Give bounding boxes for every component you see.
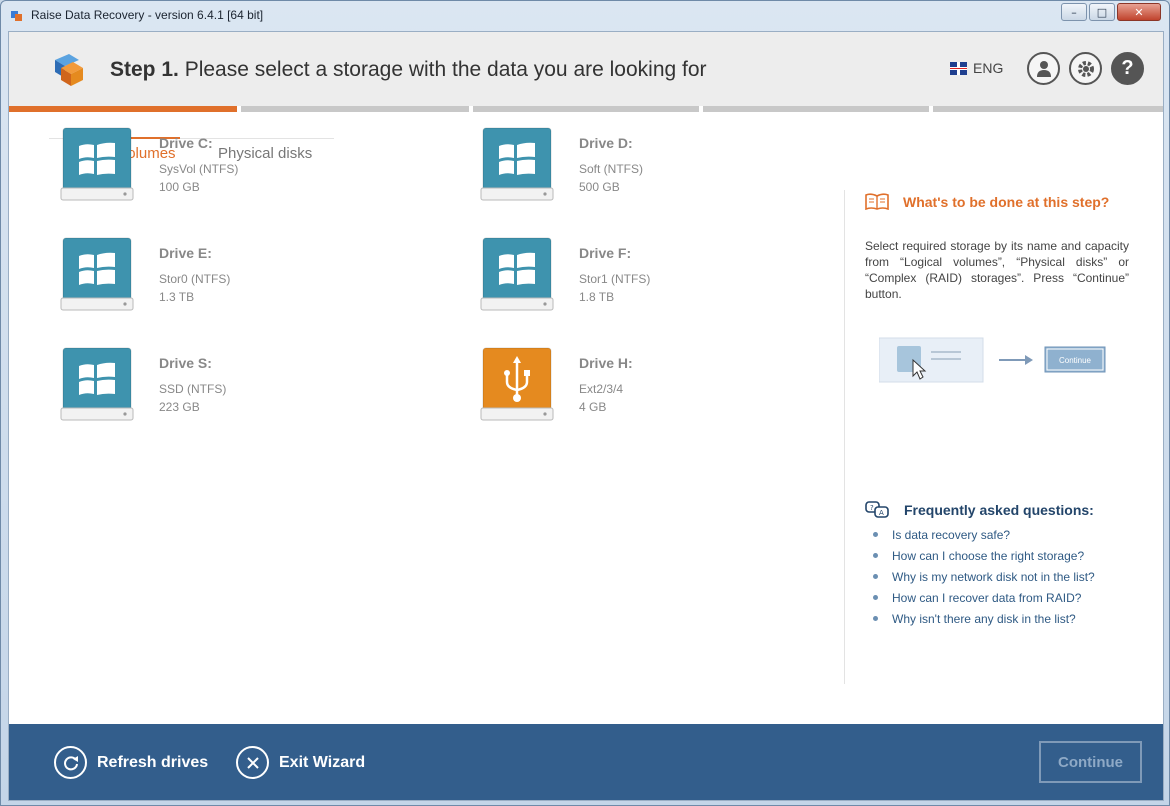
help-button[interactable]: ? — [1111, 52, 1144, 85]
step-text: Please select a storage with the data yo… — [184, 58, 707, 81]
drive-tile[interactable]: Drive C: SysVol (NTFS) 100 GB — [59, 124, 439, 214]
faq-link[interactable]: How can I choose the right storage? — [873, 549, 1095, 570]
gear-icon — [1077, 60, 1094, 77]
drive-name: Drive H: — [579, 355, 633, 371]
faq-title: Frequently asked questions: — [904, 502, 1094, 518]
refresh-drives-label: Refresh drives — [97, 753, 209, 771]
refresh-icon — [54, 746, 87, 779]
title-bar[interactable]: Raise Data Recovery - version 6.4.1 [64 … — [1, 1, 1169, 31]
help-title: What's to be done at this step? — [903, 194, 1110, 210]
language-selector[interactable]: ENG — [950, 60, 1003, 76]
progress-fill — [9, 106, 238, 112]
window-controls: – □ ✕ — [1061, 3, 1161, 21]
instruction-illustration: Continue — [879, 337, 1106, 383]
exit-wizard-button[interactable]: Exit Wizard — [236, 746, 365, 779]
drive-size: 223 GB — [159, 400, 200, 414]
drive-filesystem: Soft (NTFS) — [579, 162, 644, 176]
maximize-button[interactable]: □ — [1089, 3, 1115, 21]
faq-list: Is data recovery safe? How can I choose … — [873, 528, 1095, 633]
svg-text:?: ? — [870, 504, 874, 512]
progress-separator — [699, 106, 703, 112]
drive-name: Drive C: — [159, 135, 213, 151]
user-icon — [1036, 60, 1051, 77]
illustration-continue-label: Continue — [1059, 356, 1092, 365]
windows-drive-icon — [480, 237, 554, 311]
account-button[interactable] — [1027, 52, 1060, 85]
step-label: Step 1. — [110, 58, 179, 81]
svg-text:A: A — [879, 509, 884, 517]
wizard-footer: Refresh drives Exit Wizard Continue — [9, 724, 1163, 800]
refresh-drives-button[interactable]: Refresh drives — [54, 746, 208, 779]
book-icon — [865, 193, 889, 210]
drive-tile[interactable]: Drive D: Soft (NTFS) 500 GB — [479, 124, 859, 214]
drive-name: Drive F: — [579, 245, 632, 261]
drive-name: Drive D: — [579, 135, 633, 151]
faq-icon: ? A — [865, 501, 889, 518]
drive-name: Drive S: — [159, 355, 212, 371]
drive-filesystem: Stor1 (NTFS) — [579, 272, 651, 286]
faq-link[interactable]: Why isn't there any disk in the list? — [873, 612, 1095, 633]
close-icon — [236, 746, 269, 779]
close-button[interactable]: ✕ — [1117, 3, 1161, 21]
app-icon — [11, 11, 22, 21]
windows-drive-icon — [60, 127, 134, 201]
progress-separator — [237, 106, 241, 112]
drive-tile[interactable]: Drive H: Ext2/3/4 4 GB — [479, 344, 859, 434]
drive-size: 1.3 TB — [159, 290, 195, 304]
drive-filesystem: Stor0 (NTFS) — [159, 272, 231, 286]
client-area: Step 1. Please select a storage with the… — [8, 31, 1164, 801]
app-logo — [55, 54, 83, 86]
step-progress-bar — [9, 106, 1163, 112]
language-label: ENG — [973, 60, 1004, 76]
windows-drive-icon — [60, 347, 134, 421]
wizard-header: Step 1. Please select a storage with the… — [9, 32, 1163, 106]
drive-tile[interactable]: Drive E: Stor0 (NTFS) 1.3 TB — [59, 234, 439, 324]
progress-separator — [929, 106, 933, 112]
app-window: Raise Data Recovery - version 6.4.1 [64 … — [0, 0, 1170, 806]
drive-filesystem: Ext2/3/4 — [579, 382, 624, 396]
drive-tile[interactable]: Drive S: SSD (NTFS) 223 GB — [59, 344, 439, 434]
minimize-button[interactable]: – — [1061, 3, 1087, 21]
uk-flag-icon — [950, 61, 967, 75]
drive-size: 4 GB — [579, 400, 607, 414]
page-title: Step 1. Please select a storage with the… — [110, 58, 707, 82]
drive-filesystem: SSD (NTFS) — [159, 382, 227, 396]
progress-separator — [469, 106, 473, 112]
drive-size: 100 GB — [159, 180, 200, 194]
windows-drive-icon — [480, 127, 554, 201]
exit-wizard-label: Exit Wizard — [279, 753, 366, 771]
window-title: Raise Data Recovery - version 6.4.1 [64 … — [31, 8, 264, 22]
drive-size: 500 GB — [579, 180, 620, 194]
drive-filesystem: SysVol (NTFS) — [159, 162, 239, 176]
settings-button[interactable] — [1069, 52, 1102, 85]
faq-link[interactable]: How can I recover data from RAID? — [873, 591, 1095, 612]
faq-link[interactable]: Why is my network disk not in the list? — [873, 570, 1095, 591]
drive-size: 1.8 TB — [579, 290, 615, 304]
help-description: Select required storage by its name and … — [865, 239, 1129, 301]
drive-tile[interactable]: Drive F: Stor1 (NTFS) 1.8 TB — [479, 234, 859, 324]
drive-name: Drive E: — [159, 245, 212, 261]
windows-drive-icon — [60, 237, 134, 311]
faq-link[interactable]: Is data recovery safe? — [873, 528, 1095, 549]
help-panel: What's to be done at this step? Select r… — [844, 190, 1144, 684]
continue-button[interactable]: Continue — [1039, 741, 1142, 783]
usb-drive-icon — [480, 347, 554, 421]
